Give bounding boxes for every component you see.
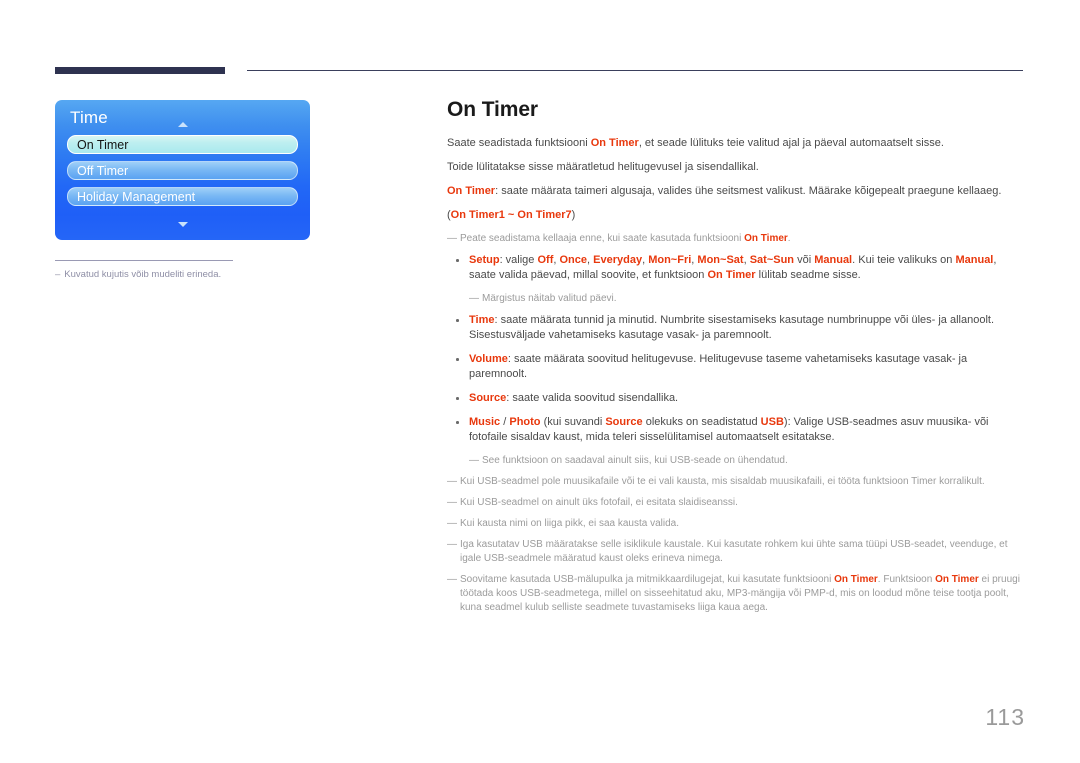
header-rule-block: [55, 67, 225, 74]
note-dash-icon: —: [447, 476, 457, 487]
note-text: Kui kausta nimi on liiga pikk, ei saa ka…: [460, 518, 680, 529]
note-text: Kui USB-seadmel pole muusikafaile või te…: [460, 476, 985, 487]
osd-menu-item-off-timer[interactable]: Off Timer: [67, 161, 298, 180]
bullet-music-photo-note-wrap: — See funktsioon on saadaval ainult siis…: [447, 454, 1023, 468]
note-text: Iga kasutatav USB määratakse selle isikl…: [460, 539, 1008, 564]
osd-menu-title: Time: [70, 108, 108, 127]
page-title: On Timer: [447, 98, 539, 121]
note-recommend: — Soovitame kasutada USB-mälupulka ja mi…: [447, 573, 1023, 615]
bullet-setup: Setup: valige Off, Once, Everyday, Mon~F…: [447, 253, 1023, 283]
paragraph-intro3: On Timer: saate määrata taimeri algusaja…: [447, 185, 1002, 197]
note-dash-icon: —: [447, 497, 457, 508]
paragraph-intro1: Saate seadistada funktsiooni On Timer, e…: [447, 137, 944, 149]
note-text: Märgistus näitab valitud päevi.: [482, 293, 617, 304]
note-dash-icon: —: [469, 455, 479, 466]
note-dash-icon: —: [447, 539, 457, 550]
bullet-setup-note-wrap: — Märgistus näitab valitud päevi.: [447, 292, 1023, 306]
note-setup-marks: — Märgistus näitab valitud päevi.: [469, 292, 1023, 306]
paragraph-intro2: Toide lülitatakse sisse määratletud heli…: [447, 161, 759, 173]
osd-menu-panel: Time On Timer Off Timer Holiday Manageme…: [55, 100, 310, 240]
paragraph-intro4: (On Timer1 ~ On Timer7): [447, 209, 576, 221]
note-dash-icon: —: [447, 518, 457, 529]
osd-caption: – Kuvatud kujutis võib mudeliti erineda.: [55, 268, 310, 281]
bullet-time: Time: saate määrata tunnid ja minutid. N…: [447, 313, 1023, 343]
note-one-photo: — Kui USB-seadmel on ainult üks fotofail…: [447, 496, 1023, 510]
osd-illustration-column: Time On Timer Off Timer Holiday Manageme…: [55, 100, 310, 281]
chevron-down-icon[interactable]: [177, 222, 188, 227]
header-rule-group: [55, 67, 1023, 77]
note-text: See funktsioon on saadaval ainult siis, …: [482, 455, 788, 466]
osd-menu-item-holiday-management[interactable]: Holiday Management: [67, 187, 298, 206]
note-dash-icon: —: [469, 293, 479, 304]
osd-caption-text: Kuvatud kujutis võib mudeliti erineda.: [64, 269, 222, 280]
note-dash-icon: —: [447, 574, 457, 585]
osd-menu-item-list: On Timer Off Timer Holiday Management: [67, 135, 298, 213]
header-rule-line: [247, 70, 1023, 71]
note-text: Peate seadistama kellaaja enne, kui saat…: [460, 233, 791, 244]
page-number: 113: [985, 704, 1025, 730]
caption-dash-icon: –: [55, 269, 61, 280]
note-no-music: — Kui USB-seadmel pole muusikafaile või …: [447, 475, 1023, 489]
note-text: Soovitame kasutada USB-mälupulka ja mitm…: [460, 574, 1020, 613]
document-body-column: On Timer Saate seadistada funktsiooni On…: [447, 98, 1023, 622]
bullet-music-photo: Music / Photo (kui suvandi Source olekuk…: [447, 415, 1023, 445]
settings-bullet-list: Setup: valige Off, Once, Everyday, Mon~F…: [447, 253, 1023, 468]
note-dash-icon: —: [447, 233, 457, 244]
bullet-volume: Volume: saate määrata soovitud helitugev…: [447, 352, 1023, 382]
trailing-notes: — Kui USB-seadmel pole muusikafaile või …: [447, 475, 1023, 615]
note-text: Kui USB-seadmel on ainult üks fotofail, …: [460, 497, 738, 508]
chevron-up-icon[interactable]: [177, 122, 188, 127]
note-usb-required: — See funktsioon on saadaval ainult siis…: [469, 454, 1023, 468]
document-page: Time On Timer Off Timer Holiday Manageme…: [0, 0, 1080, 763]
osd-menu-item-on-timer[interactable]: On Timer: [67, 135, 298, 154]
caption-divider: [55, 260, 233, 261]
note-set-clock-first: — Peate seadistama kellaaja enne, kui sa…: [447, 232, 1023, 246]
intro-paragraphs: Saate seadistada funktsiooni On Timer, e…: [447, 136, 1023, 223]
note-usb-folder: — Iga kasutatav USB määratakse selle isi…: [447, 538, 1023, 566]
bullet-source: Source: saate valida soovitud sisendalli…: [447, 391, 1023, 406]
note-long-name: — Kui kausta nimi on liiga pikk, ei saa …: [447, 517, 1023, 531]
